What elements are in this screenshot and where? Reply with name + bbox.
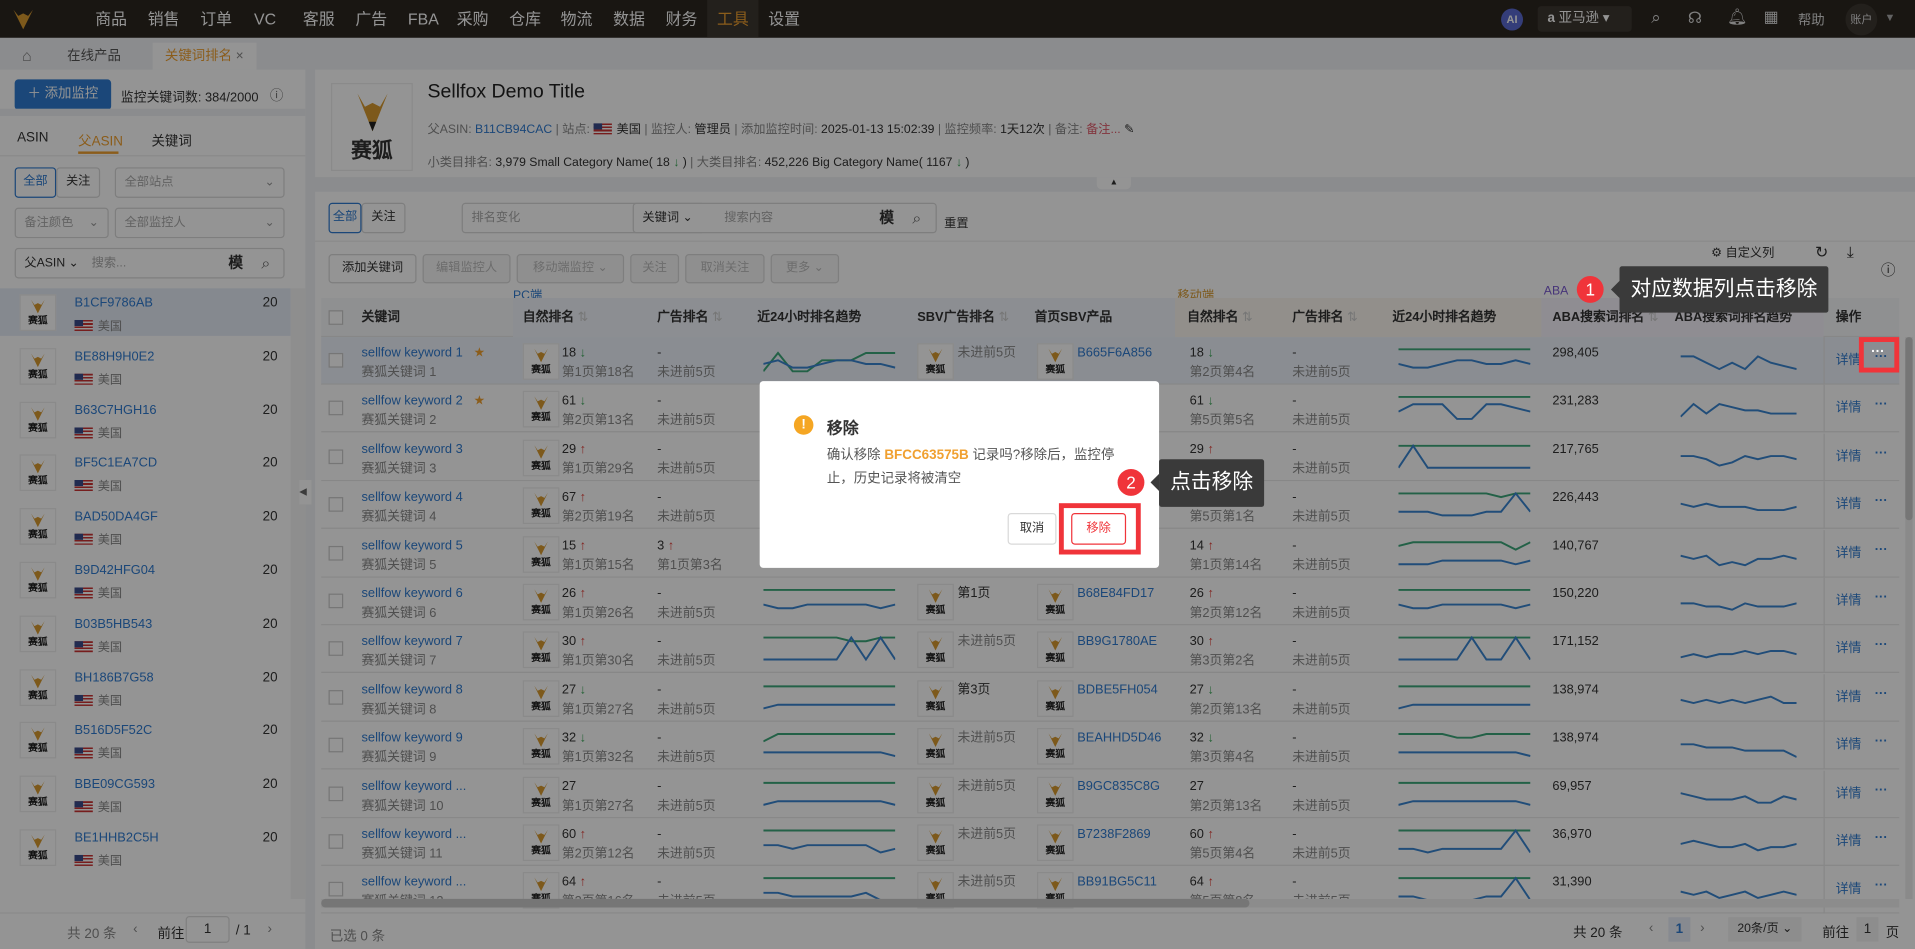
dialog-title: 移除 (826, 418, 859, 438)
asin-highlight: BFCC63575B (884, 448, 969, 463)
highlight-confirm-button (1058, 503, 1141, 555)
step-2-tooltip: 点击移除 (1150, 459, 1265, 507)
step-1-tooltip: 对应数据列点击移除 (1610, 266, 1829, 313)
more-actions-button[interactable]: ··· (1871, 344, 1884, 359)
step-2-badge: 2 (1117, 469, 1145, 496)
cancel-button[interactable]: 取消 (1007, 512, 1057, 545)
step-1-badge: 1 (1576, 276, 1604, 303)
dialog-message: 确认移除 BFCC63575B 记录吗?移除后，监控停止，历史记录将被清空 (826, 448, 1115, 487)
warning-icon: ! (793, 415, 814, 435)
